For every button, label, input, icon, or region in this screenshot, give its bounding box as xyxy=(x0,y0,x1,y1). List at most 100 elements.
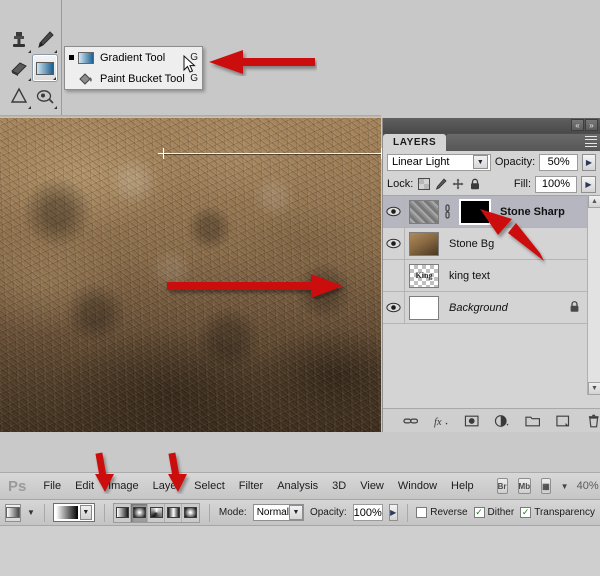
panel-tab-row[interactable]: LAYERS xyxy=(383,133,600,151)
tool-preset-swatch xyxy=(6,507,20,518)
tool-preset-picker-icon[interactable] xyxy=(5,504,21,522)
transparency-checkbox[interactable]: ✓ xyxy=(520,507,531,518)
dodge-tool[interactable] xyxy=(6,82,32,110)
layers-panel[interactable]: « » LAYERS Linear Light ▼ Opacity: 50% ▶ xyxy=(382,118,600,432)
layer-thumbnail[interactable] xyxy=(409,200,439,224)
launch-mini-bridge-button[interactable]: Mb xyxy=(518,478,532,494)
reverse-label: Reverse xyxy=(430,507,467,518)
layers-panel-toolbar[interactable]: fx xyxy=(383,408,600,432)
menu-filter[interactable]: Filter xyxy=(232,477,270,495)
gradient-type-buttons[interactable] xyxy=(113,503,200,523)
layer-row-background[interactable]: Background xyxy=(383,292,588,324)
layer-list-scrollbar[interactable]: ▲ ▼ xyxy=(587,195,600,395)
tool-corner-marker xyxy=(28,106,31,109)
tool-corner-marker xyxy=(54,50,57,53)
scroll-up-button[interactable]: ▲ xyxy=(588,195,600,208)
lock-transparent-pixels-icon[interactable] xyxy=(417,178,430,191)
arrow-along-gradient-drag xyxy=(165,273,345,299)
menu-bar[interactable]: Ps File Edit Image Layer Select Filter A… xyxy=(0,472,600,500)
add-layer-mask-icon[interactable] xyxy=(464,413,479,429)
chevron-down-icon[interactable]: ▼ xyxy=(561,482,569,491)
arrow-pointing-to-layer-menu xyxy=(165,452,191,494)
radial-gradient-button[interactable] xyxy=(131,504,148,522)
tab-layers[interactable]: LAYERS xyxy=(383,134,446,151)
link-mask-icon[interactable] xyxy=(443,203,452,221)
fill-label: Fill: xyxy=(514,178,531,190)
delete-layer-icon[interactable] xyxy=(586,413,600,429)
gradient-icon xyxy=(36,62,54,75)
menu-view[interactable]: View xyxy=(353,477,391,495)
opacity-slider-button[interactable]: ▶ xyxy=(582,154,596,171)
footer-area xyxy=(0,526,600,576)
layer-thumbnail[interactable] xyxy=(409,232,439,256)
new-group-icon[interactable] xyxy=(525,413,540,429)
triangle-icon xyxy=(9,86,29,106)
transparency-checkbox-group[interactable]: ✓ Transparency xyxy=(520,507,595,518)
chevron-down-icon[interactable]: ▼ xyxy=(289,505,303,520)
eraser-tool[interactable] xyxy=(6,54,32,82)
layer-style-fx-icon[interactable]: fx xyxy=(433,413,448,429)
menu-3d[interactable]: 3D xyxy=(325,477,353,495)
menu-window[interactable]: Window xyxy=(391,477,444,495)
menu-file[interactable]: File xyxy=(36,477,68,495)
clone-stamp-tool[interactable] xyxy=(6,26,32,54)
new-adjustment-layer-icon[interactable] xyxy=(494,413,509,429)
blend-mode-select[interactable]: Linear Light ▼ xyxy=(387,154,491,171)
chevron-down-icon[interactable]: ▼ xyxy=(27,508,35,517)
flyout-item-gradient-tool[interactable]: Gradient Tool G xyxy=(65,47,202,68)
reverse-checkbox[interactable] xyxy=(416,507,427,518)
lock-label: Lock: xyxy=(387,178,413,190)
fill-slider-button[interactable]: ▶ xyxy=(581,176,596,193)
dither-checkbox[interactable]: ✓ xyxy=(474,507,485,518)
layer-visibility-toggle[interactable] xyxy=(383,228,405,259)
panel-menu-icon[interactable] xyxy=(585,136,597,147)
mode-value: Normal xyxy=(257,507,289,518)
flyout-item-paint-bucket-tool[interactable]: Paint Bucket Tool G xyxy=(65,68,202,89)
expand-panel-button[interactable]: » xyxy=(585,119,598,131)
burn-tool[interactable] xyxy=(32,82,58,110)
reflected-gradient-button[interactable] xyxy=(165,504,182,522)
layer-visibility-toggle[interactable] xyxy=(383,260,405,291)
tool-corner-marker xyxy=(53,77,56,80)
collapse-to-icons-button[interactable]: « xyxy=(571,119,584,131)
diamond-gradient-button[interactable] xyxy=(182,504,199,522)
angle-gradient-button[interactable] xyxy=(148,504,165,522)
lock-position-icon[interactable] xyxy=(451,178,464,191)
scroll-down-button[interactable]: ▼ xyxy=(588,382,600,395)
layer-visibility-toggle[interactable] xyxy=(383,292,405,323)
reverse-checkbox-group[interactable]: Reverse xyxy=(416,507,467,518)
options-divider xyxy=(209,504,210,522)
lock-all-icon[interactable] xyxy=(468,178,481,191)
chevron-down-icon[interactable]: ▼ xyxy=(473,155,488,169)
gradient-tool[interactable] xyxy=(32,54,58,82)
mode-label: Mode: xyxy=(219,507,247,518)
menu-help[interactable]: Help xyxy=(444,477,481,495)
chevron-down-icon[interactable]: ▼ xyxy=(80,505,92,520)
launch-bridge-button[interactable]: Br xyxy=(497,478,508,494)
layer-name: king text xyxy=(449,270,490,282)
linear-gradient-button[interactable] xyxy=(114,504,131,522)
link-layers-icon[interactable] xyxy=(403,413,418,429)
opacity-value: 100% xyxy=(354,507,382,519)
layer-visibility-toggle[interactable] xyxy=(383,196,405,227)
lock-image-pixels-icon[interactable] xyxy=(434,178,447,191)
layer-thumbnail[interactable]: King xyxy=(409,264,439,288)
fill-input[interactable]: 100% xyxy=(535,176,577,193)
panel-collapse-controls[interactable]: « » xyxy=(571,119,598,131)
opacity-input[interactable]: 50% xyxy=(539,154,578,171)
dither-checkbox-group[interactable]: ✓ Dither xyxy=(474,507,515,518)
tool-options-bar[interactable]: ▼ ▼ Mode: Normal ▼ Opacity: 100% ▶ Reve xyxy=(0,500,600,526)
history-brush-tool[interactable] xyxy=(32,26,58,54)
layer-thumbnail[interactable] xyxy=(409,296,439,320)
blend-mode-row: Linear Light ▼ Opacity: 50% ▶ xyxy=(383,151,600,173)
opacity-slider-button[interactable]: ▶ xyxy=(389,504,398,521)
menu-select[interactable]: Select xyxy=(187,477,232,495)
menu-analysis[interactable]: Analysis xyxy=(270,477,325,495)
tools-palette[interactable] xyxy=(0,0,62,115)
blend-mode-select[interactable]: Normal ▼ xyxy=(253,504,304,521)
new-layer-icon[interactable] xyxy=(555,413,570,429)
opacity-input[interactable]: 100% xyxy=(353,504,383,521)
arrange-documents-icon[interactable]: ▦ xyxy=(541,478,551,494)
gradient-preset-picker-icon[interactable]: ▼ xyxy=(53,503,94,522)
arrow-pointing-to-gradient-tool xyxy=(207,48,317,76)
